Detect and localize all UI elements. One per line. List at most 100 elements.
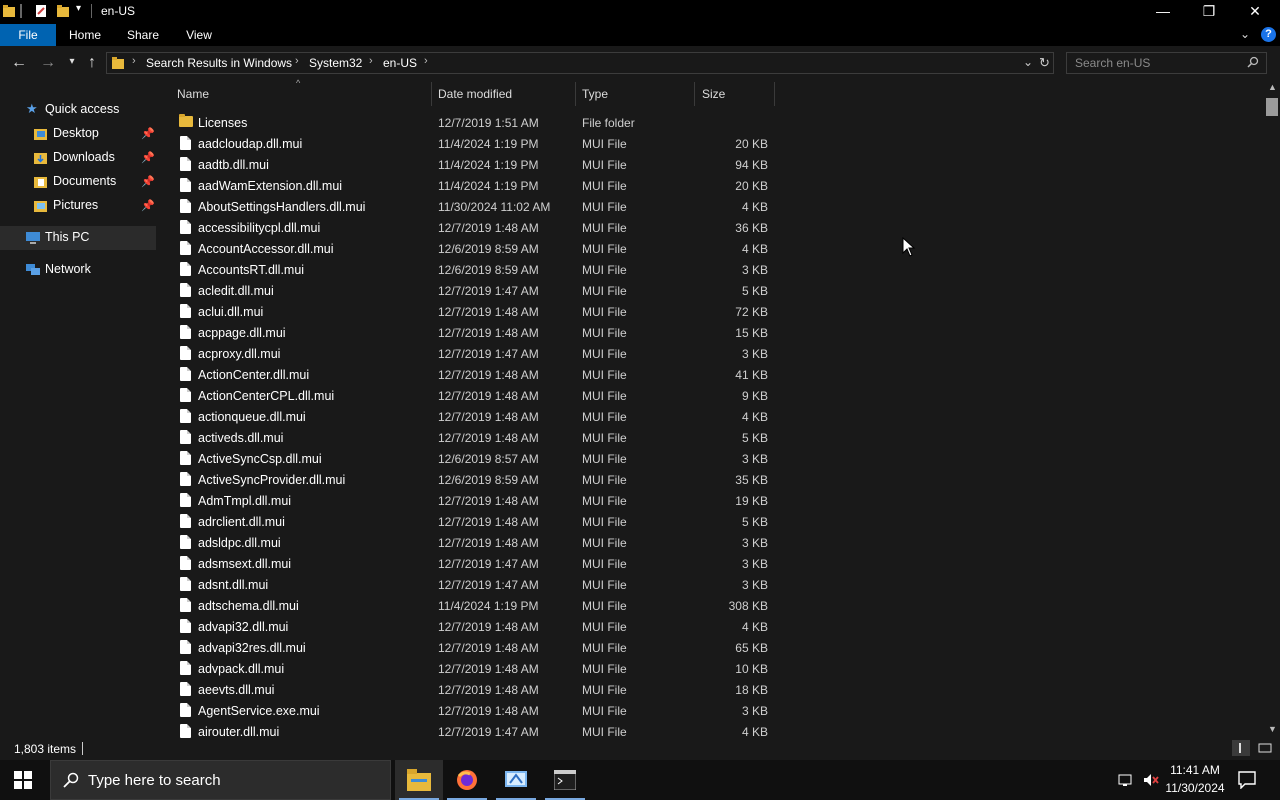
expand-ribbon-chevron-icon[interactable]: ⌄ [1240,27,1250,41]
desktop-folder-icon [34,127,48,140]
nav-item-pictures[interactable]: Pictures 📌 [0,194,156,218]
table-row[interactable]: AdmTmpl.dll.mui 12/7/2019 1:48 AM MUI File… [158,490,1264,511]
table-row[interactable]: aeevts.dll.mui 12/7/2019 1:48 AM MUI File 1… [158,679,1264,700]
table-row[interactable]: ActiveSyncCsp.dll.mui 12/6/2019 8:57 AM MU… [158,448,1264,469]
restore-button[interactable]: ❐ [1186,0,1232,24]
table-row[interactable]: adrclient.dll.mui 12/7/2019 1:48 AM MUI Fi… [158,511,1264,532]
table-row[interactable]: activeds.dll.mui 12/7/2019 1:48 AM MUI Fil… [158,427,1264,448]
nav-quick-access[interactable]: ★ Quick access [0,98,156,122]
nav-item-desktop[interactable]: Desktop 📌 [0,122,156,146]
tab-share[interactable]: Share [120,24,166,46]
taskbar-firefox[interactable] [443,760,491,800]
address-history-chevron-icon[interactable]: ⌄ [1023,55,1033,69]
clock-date[interactable]: 11/30/2024 [1160,781,1230,795]
details-view-button[interactable] [1232,740,1250,756]
breadcrumb-chevron-icon[interactable]: › [295,55,299,67]
customize-toolbar-chevron-icon[interactable]: ▾ [76,3,90,17]
taskbar-control-panel[interactable] [492,760,540,800]
file-size: 20 KB [735,179,768,193]
file-date-modified: 12/7/2019 1:48 AM [438,368,539,382]
breadcrumb-chevron-icon[interactable]: › [132,55,136,67]
table-row[interactable]: AboutSettingsHandlers.dll.mui 11/30/2024 … [158,196,1264,217]
refresh-icon[interactable]: ↻ [1039,55,1050,71]
breadcrumb-search-results[interactable]: Search Results in Windows [146,56,292,70]
recent-locations-chevron-icon[interactable]: ▾ [62,56,82,67]
table-row[interactable]: adsmsext.dll.mui 12/7/2019 1:47 AM MUI Fil… [158,553,1264,574]
table-row[interactable]: ActionCenter.dll.mui 12/7/2019 1:48 AM MUI… [158,364,1264,385]
file-size: 19 KB [735,494,768,508]
column-size[interactable]: Size [702,80,725,108]
breadcrumb-chevron-icon[interactable]: › [424,55,428,67]
table-row[interactable]: advpack.dll.mui 12/7/2019 1:48 AM MUI File… [158,658,1264,679]
windows-start-icon[interactable] [14,771,32,792]
tab-home[interactable]: Home [62,24,108,46]
breadcrumb-system32[interactable]: System32 [309,56,362,70]
taskbar-search-input[interactable]: Type here to search [50,760,391,800]
table-row[interactable]: AccountsRT.dll.mui 12/6/2019 8:59 AM MUI F… [158,259,1264,280]
column-date-modified[interactable]: Date modified [438,80,512,108]
nav-item-this-pc[interactable]: This PC [0,226,156,250]
table-row[interactable]: acppage.dll.mui 12/7/2019 1:48 AM MUI File… [158,322,1264,343]
help-icon[interactable]: ? [1261,27,1276,42]
tab-file[interactable]: File [0,24,56,46]
table-row[interactable]: airouter.dll.mui 12/7/2019 1:47 AM MUI Fil… [158,721,1264,738]
back-arrow-icon[interactable]: ← [9,54,29,72]
table-row[interactable]: accessibilitycpl.dll.mui 12/7/2019 1:48 A… [158,217,1264,238]
network-tray-icon[interactable] [1118,772,1136,791]
file-date-modified: 12/7/2019 1:47 AM [438,284,539,298]
table-row[interactable]: acledit.dll.mui 12/7/2019 1:47 AM MUI File… [158,280,1264,301]
file-type: MUI File [582,410,627,424]
column-type[interactable]: Type [582,80,608,108]
table-row[interactable]: aadWamExtension.dll.mui 11/4/2024 1:19 PM… [158,175,1264,196]
column-divider[interactable] [774,82,775,106]
scroll-down-arrow-icon[interactable]: ▼ [1268,724,1277,734]
clock-time[interactable]: 11:41 AM [1160,763,1230,777]
scroll-up-arrow-icon[interactable]: ▲ [1268,82,1277,92]
nav-item-network[interactable]: Network [0,258,156,282]
table-row[interactable]: acproxy.dll.mui 12/7/2019 1:47 AM MUI File… [158,343,1264,364]
forward-arrow-icon[interactable]: → [38,54,58,72]
table-row[interactable]: ActiveSyncProvider.dll.mui 12/6/2019 8:59… [158,469,1264,490]
volume-muted-icon[interactable] [1142,772,1160,791]
table-row[interactable]: adsnt.dll.mui 12/7/2019 1:47 AM MUI File 3 … [158,574,1264,595]
folder-row[interactable]: Licenses 12/7/2019 1:51 AM File folder [158,112,1264,133]
table-row[interactable]: ActionCenterCPL.dll.mui 12/7/2019 1:48 AM… [158,385,1264,406]
taskbar-file-explorer[interactable] [395,760,443,800]
table-row[interactable]: advapi32res.dll.mui 12/7/2019 1:48 AM MUI … [158,637,1264,658]
scrollbar-thumb[interactable] [1266,98,1278,116]
table-row[interactable]: adtschema.dll.mui 11/4/2024 1:19 PM MUI Fi… [158,595,1264,616]
file-date-modified: 12/6/2019 8:59 AM [438,473,539,487]
table-row[interactable]: AgentService.exe.mui 12/7/2019 1:48 AM MUI… [158,700,1264,721]
table-row[interactable]: advapi32.dll.mui 12/7/2019 1:48 AM MUI Fil… [158,616,1264,637]
column-divider[interactable] [575,82,576,106]
file-name: aadcloudap.dll.mui [198,137,303,151]
up-arrow-icon[interactable]: ↑ [82,54,102,72]
taskbar-terminal[interactable] [541,760,589,800]
file-date-modified: 11/4/2024 1:19 PM [438,599,539,613]
new-folder-icon[interactable] [56,4,70,18]
column-divider[interactable] [431,82,432,106]
breadcrumb-en-us[interactable]: en-US [383,56,417,70]
properties-icon[interactable] [34,4,48,18]
breadcrumb-chevron-icon[interactable]: › [369,55,373,67]
minimize-button[interactable]: — [1140,0,1186,24]
large-icons-view-button[interactable] [1256,740,1274,756]
close-button[interactable]: ✕ [1232,0,1278,24]
column-divider[interactable] [694,82,695,106]
vertical-scrollbar[interactable]: ▲ ▼ [1264,80,1280,738]
table-row[interactable]: adsldpc.dll.mui 12/7/2019 1:48 AM MUI File… [158,532,1264,553]
table-row[interactable]: aadcloudap.dll.mui 11/4/2024 1:19 PM MUI F… [158,133,1264,154]
file-date-modified: 12/7/2019 1:48 AM [438,431,539,445]
search-input[interactable]: Search en-US [1066,52,1267,74]
column-name[interactable]: Name [177,80,209,108]
nav-item-downloads[interactable]: Downloads 📌 [0,146,156,170]
table-row[interactable]: aclui.dll.mui 12/7/2019 1:48 AM MUI File 72… [158,301,1264,322]
tab-view[interactable]: View [176,24,222,46]
nav-item-documents[interactable]: Documents 📌 [0,170,156,194]
table-row[interactable]: aadtb.dll.mui 11/4/2024 1:19 PM MUI File 94… [158,154,1264,175]
address-bar[interactable]: › Search Results in Windows › System32 ›… [106,52,1054,74]
notifications-icon[interactable] [1238,771,1256,792]
table-row[interactable]: AccountAccessor.dll.mui 12/6/2019 8:59 AM… [158,238,1264,259]
table-row[interactable]: actionqueue.dll.mui 12/7/2019 1:48 AM MUI … [158,406,1264,427]
file-icon [180,640,191,654]
